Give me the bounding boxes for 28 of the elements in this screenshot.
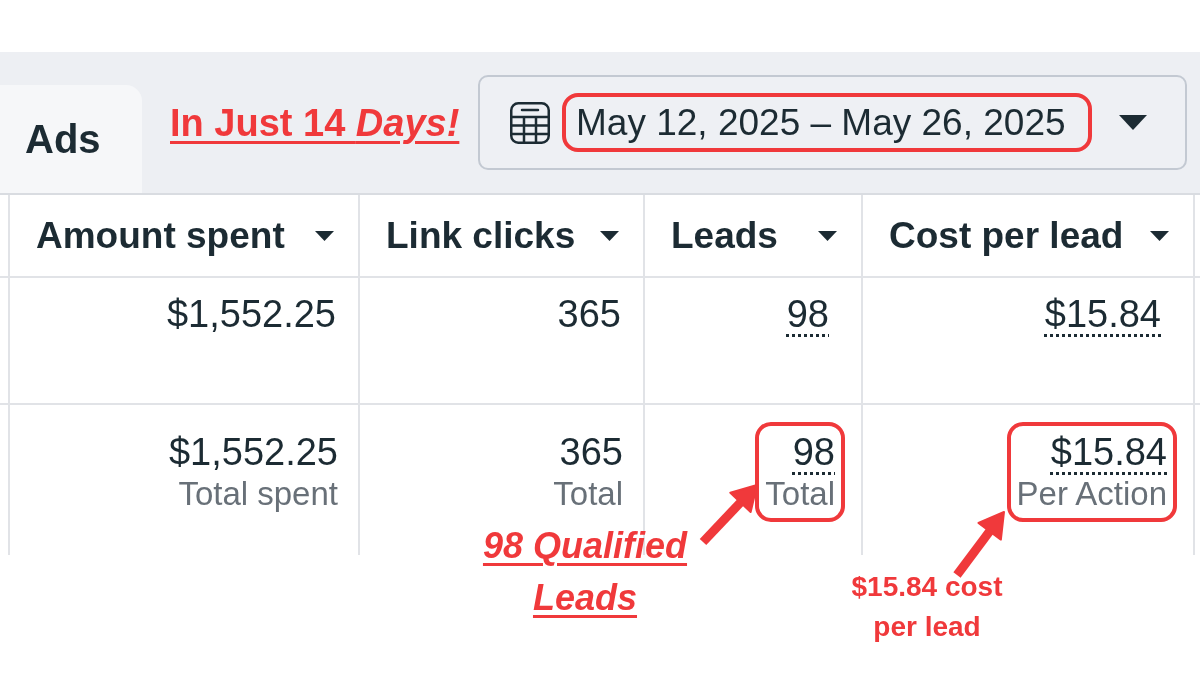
caret-icon xyxy=(1119,115,1147,130)
annotation-text: $15.84 cost per lead xyxy=(850,570,1004,644)
caret-icon xyxy=(315,230,334,241)
metric-value[interactable]: 98 xyxy=(792,430,835,474)
metric-value: 365 xyxy=(557,292,621,336)
caret-icon xyxy=(600,230,619,241)
metric-value[interactable]: $15.84 xyxy=(1044,292,1161,336)
metric-value[interactable]: $15.84 xyxy=(1050,430,1167,474)
column-header[interactable]: Leads xyxy=(645,195,863,278)
metric-value: $1,552.25 xyxy=(168,430,338,474)
date-range-text: May 12, 2025 – May 26, 2025 xyxy=(562,93,1092,152)
tab[interactable]: Ads xyxy=(0,85,142,193)
total-caption: Per Action xyxy=(1016,474,1167,514)
column-header[interactable]: Amount spent xyxy=(10,195,360,278)
metric-value: 365 xyxy=(559,430,623,474)
total-caption: Total spent xyxy=(178,474,338,514)
column-header[interactable]: Link clicks xyxy=(360,195,645,278)
caret-icon xyxy=(1150,230,1169,241)
caret-icon xyxy=(818,230,837,241)
metric-value: $1,552.25 xyxy=(166,292,336,336)
promo-headline: In Just 14 Days! xyxy=(170,100,460,146)
column-header[interactable]: Cost per lead xyxy=(863,195,1195,278)
calendar-icon xyxy=(510,101,550,144)
date-picker[interactable]: May 12, 2025 – May 26, 2025 xyxy=(478,75,1187,170)
total-caption: Total xyxy=(553,474,623,514)
annotation-text: 98 Qualified Leads xyxy=(481,524,689,620)
metric-value[interactable]: 98 xyxy=(786,292,829,336)
total-caption: Total xyxy=(765,474,835,514)
